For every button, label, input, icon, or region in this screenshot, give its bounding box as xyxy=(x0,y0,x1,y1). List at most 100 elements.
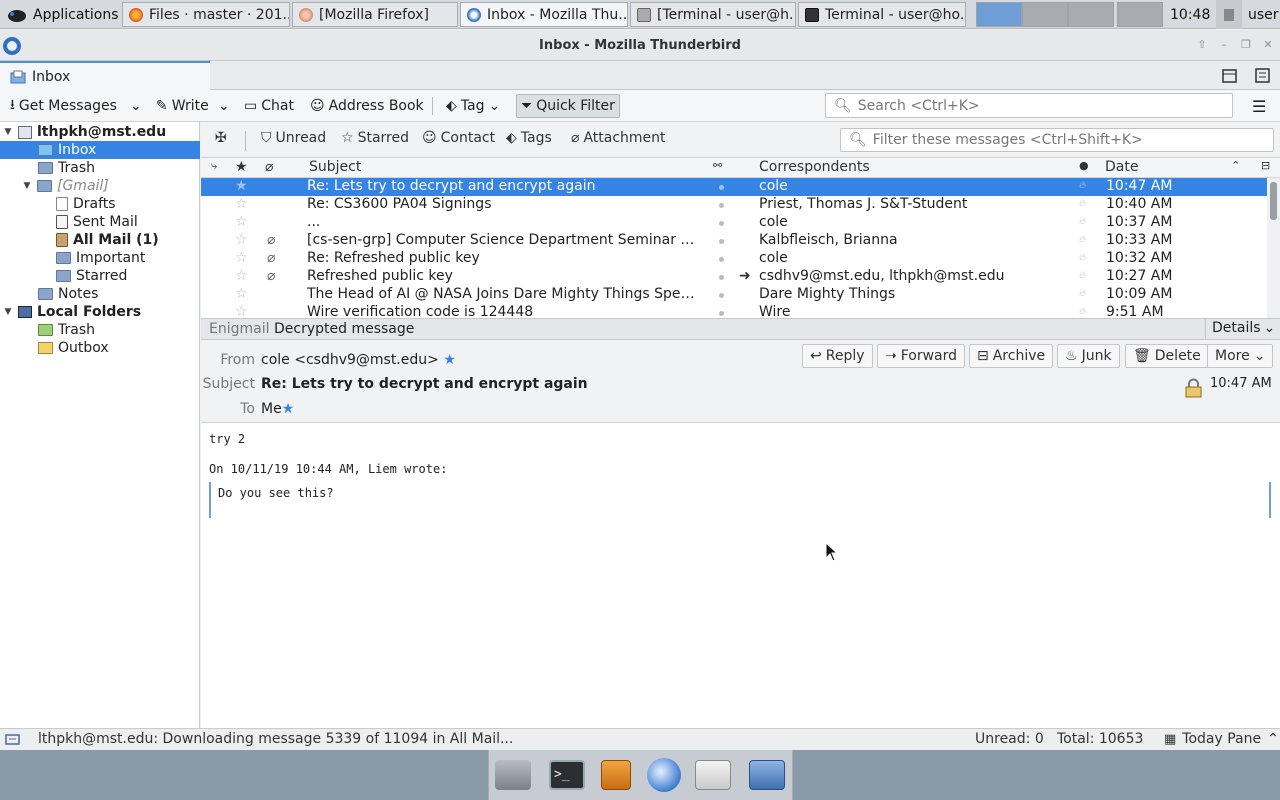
task-terminal-2[interactable]: Terminal - user@ho... xyxy=(798,2,966,27)
terminal-icon[interactable]: >_ xyxy=(549,760,585,790)
maximize-button[interactable]: ❐ xyxy=(1240,39,1252,51)
table-row[interactable]: ☆ ⌀ [cs-sen-grp] Computer Science Depart… xyxy=(201,232,1267,250)
reply-button[interactable]: ↩ Reply xyxy=(802,344,873,368)
table-row[interactable]: ☆ ... cole 🔥︎ 10:37 AM xyxy=(201,214,1267,232)
enigmail-details-button[interactable]: Details ⌄ xyxy=(1205,319,1280,339)
junk-status-icon[interactable]: 🔥︎ xyxy=(1079,216,1086,227)
task-firefox[interactable]: [Mozilla Firefox] xyxy=(292,2,458,27)
junk-status-icon[interactable]: 🔥︎ xyxy=(1079,252,1086,263)
filter-attachment[interactable]: ⌀ Attachment xyxy=(571,130,666,146)
star-icon[interactable]: ☆ xyxy=(235,196,248,212)
write-dropdown[interactable]: ⌄ xyxy=(214,94,234,118)
tag-button[interactable]: ⬖ Tag ⌄ xyxy=(442,94,504,118)
junk-status-icon[interactable]: 🔥︎ xyxy=(1079,270,1086,281)
chat-button[interactable]: ▭ Chat xyxy=(240,94,298,118)
folder-inbox[interactable]: Inbox xyxy=(0,141,200,159)
folder-outbox[interactable]: Outbox xyxy=(0,339,200,357)
address-book-button[interactable]: ☺ Address Book xyxy=(306,94,428,118)
scrollbar-thumb[interactable] xyxy=(1270,182,1277,220)
forward-button[interactable]: ➝ Forward xyxy=(877,344,966,368)
file-manager-icon[interactable] xyxy=(601,760,631,790)
applications-menu[interactable]: Applications xyxy=(6,0,119,29)
thread-column-icon[interactable]: ⤷ xyxy=(211,159,217,173)
star-icon[interactable]: ☆ xyxy=(235,250,248,266)
folder-starred[interactable]: Starred xyxy=(0,267,200,285)
table-row[interactable]: ☆ The Head of AI @ NASA Joins Dare Might… xyxy=(201,286,1267,304)
shade-button[interactable]: ⇧ xyxy=(1196,39,1208,51)
web-browser-icon[interactable] xyxy=(647,758,681,792)
table-row[interactable]: ★ Re: Lets try to decrypt and encrypt ag… xyxy=(201,178,1267,196)
filter-contact[interactable]: ☺ Contact xyxy=(422,130,495,146)
task-terminal-1[interactable]: [Terminal - user@h... xyxy=(630,2,796,27)
junk-status-icon[interactable]: 🔥︎ xyxy=(1079,306,1086,317)
user-menu[interactable]: user xyxy=(1248,0,1279,29)
archive-button[interactable]: ⊟ Archive xyxy=(969,344,1054,368)
junk-status-icon[interactable]: 🔥︎ xyxy=(1079,234,1086,245)
read-status-icon[interactable] xyxy=(719,239,724,244)
folder-allmail[interactable]: All Mail (1) xyxy=(0,231,200,249)
star-icon[interactable]: ☆ xyxy=(235,214,248,230)
sticky-filter-pin[interactable]: ✠ xyxy=(215,130,227,146)
task-thunderbird[interactable]: Inbox - Mozilla Thu... xyxy=(460,2,628,27)
junk-column-icon[interactable]: ● xyxy=(1079,159,1089,172)
filter-tags[interactable]: ⬖ Tags xyxy=(506,130,552,146)
notification-icon[interactable] xyxy=(1216,0,1242,29)
read-status-icon[interactable] xyxy=(719,221,724,226)
star-column-icon[interactable]: ★ xyxy=(235,159,248,175)
correspondents-column[interactable]: Correspondents xyxy=(759,159,870,175)
table-row[interactable]: ☆ Wire verification code is 124448 Wire … xyxy=(201,304,1267,318)
star-icon[interactable]: ★ xyxy=(443,352,456,368)
workspace-1[interactable] xyxy=(976,2,1022,27)
star-icon[interactable]: ☆ xyxy=(235,286,248,302)
read-status-icon[interactable] xyxy=(719,257,724,262)
message-body[interactable]: try 2 On 10/11/19 10:44 AM, Liem wrote: … xyxy=(201,423,1280,728)
read-status-icon[interactable] xyxy=(719,311,724,316)
folder-trash[interactable]: Trash xyxy=(0,159,200,177)
star-icon[interactable]: ★ xyxy=(235,178,248,194)
lock-icon[interactable] xyxy=(1185,378,1202,398)
write-button[interactable]: ✎ Write xyxy=(152,94,213,118)
more-button[interactable]: More ⌄ xyxy=(1207,344,1274,368)
from-value[interactable]: cole <csdhv9@mst.edu> ★ xyxy=(261,352,456,368)
delete-button[interactable]: 🗑︎ Delete xyxy=(1125,344,1209,368)
minimize-button[interactable]: – xyxy=(1218,39,1230,51)
task-files[interactable]: Files · master · 201... xyxy=(122,2,290,27)
table-row[interactable]: ☆ Re: CS3600 PA04 Signings Priest, Thoma… xyxy=(201,196,1267,214)
global-search-input[interactable]: 🔍︎ Search <Ctrl+K> xyxy=(825,93,1233,118)
filter-messages-input[interactable]: 🔍︎ Filter these messages <Ctrl+Shift+K> xyxy=(840,128,1274,152)
get-messages-button[interactable]: ⭳ Get Messages xyxy=(6,94,121,118)
expand-icon[interactable]: ▼ xyxy=(3,127,13,137)
folder-important[interactable]: Important xyxy=(0,249,200,267)
tasks-icon[interactable] xyxy=(1255,68,1270,83)
folder-icon[interactable] xyxy=(749,760,785,790)
star-icon[interactable]: ★ xyxy=(282,401,295,417)
app-finder-icon[interactable] xyxy=(695,760,731,790)
workspace-2[interactable] xyxy=(1022,2,1068,27)
table-row[interactable]: ☆ ⌀ Re: Refreshed public key cole 🔥︎ 10:… xyxy=(201,250,1267,268)
star-icon[interactable]: ☆ xyxy=(235,304,248,318)
get-messages-dropdown[interactable]: ⌄ xyxy=(126,94,146,118)
star-icon[interactable]: ☆ xyxy=(235,268,248,284)
attachment-column-icon[interactable]: ⌀ xyxy=(265,159,273,175)
read-status-icon[interactable] xyxy=(719,185,724,190)
expand-icon[interactable]: ▼ xyxy=(22,181,32,191)
table-row[interactable]: ☆ ⌀ Refreshed public key ➜ csdhv9@mst.ed… xyxy=(201,268,1267,286)
read-status-icon[interactable] xyxy=(719,275,724,280)
folder-gmail[interactable]: ▼ [Gmail] xyxy=(0,177,200,195)
junk-status-icon[interactable]: 🔥︎ xyxy=(1079,198,1086,209)
folder-sent[interactable]: Sent Mail xyxy=(0,213,200,231)
filter-starred[interactable]: ☆ Starred xyxy=(341,130,409,146)
sort-ascending-icon[interactable]: ⌃ xyxy=(1231,159,1240,172)
read-column-icon[interactable]: ⚯ xyxy=(713,159,722,172)
filter-unread[interactable]: ⛉ Unread xyxy=(261,130,326,146)
column-picker-icon[interactable]: ⊟ xyxy=(1261,159,1270,172)
date-column[interactable]: Date xyxy=(1105,159,1138,175)
window-titlebar[interactable]: Inbox - Mozilla Thunderbird ⇧ – ❐ ✕ xyxy=(0,30,1280,61)
folder-notes[interactable]: Notes xyxy=(0,285,200,303)
expand-icon[interactable]: ▼ xyxy=(3,307,13,317)
workspace-3[interactable] xyxy=(1068,2,1114,27)
junk-status-icon[interactable]: 🔥︎ xyxy=(1079,180,1086,191)
quick-filter-button[interactable]: ⏷ Quick Filter xyxy=(516,94,620,118)
close-button[interactable]: ✕ xyxy=(1262,39,1274,51)
today-pane-button[interactable]: ▦ Today Pane ⌃ xyxy=(1164,731,1279,747)
